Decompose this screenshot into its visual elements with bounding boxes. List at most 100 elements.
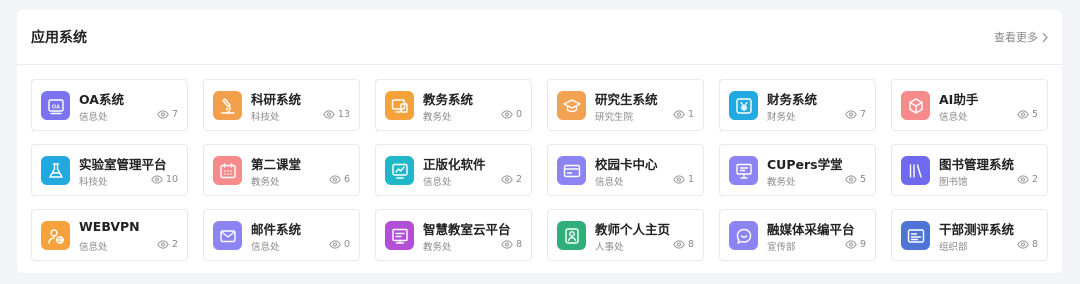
app-department: 教务处 <box>251 177 280 188</box>
eye-icon <box>1017 110 1029 119</box>
app-name: CUPers学堂 <box>767 157 843 172</box>
app-department: 信息处 <box>423 177 452 188</box>
panel-header: 应用系统 查看更多 <box>17 10 1062 65</box>
app-name: 校园卡中心 <box>595 157 658 172</box>
app-card[interactable]: 校园卡中心 信息处 1 <box>547 144 704 196</box>
eye-icon <box>845 110 857 119</box>
view-count-value: 2 <box>515 174 522 185</box>
cube-icon <box>901 91 930 120</box>
view-count: 5 <box>1017 109 1038 120</box>
app-department: 教务处 <box>423 112 452 123</box>
view-count: 1 <box>673 174 694 185</box>
app-card[interactable]: 财务系统 财务处 7 <box>719 79 876 131</box>
app-card[interactable]: 教师个人主页 人事处 8 <box>547 209 704 261</box>
eye-icon <box>329 240 341 249</box>
app-department: 科技处 <box>79 177 108 188</box>
eye-icon <box>501 110 513 119</box>
app-card[interactable]: 教务系统 教务处 0 <box>375 79 532 131</box>
app-card[interactable]: 智慧教室云平台 教务处 8 <box>375 209 532 261</box>
flask-icon <box>41 156 70 185</box>
view-count: 0 <box>329 239 350 250</box>
app-card[interactable]: 图书管理系统 图书馆 2 <box>891 144 1048 196</box>
app-department: 组织部 <box>939 242 968 253</box>
chevron-right-icon <box>1042 32 1048 42</box>
view-count-value: 8 <box>515 239 522 250</box>
app-name: 实验室管理平台 <box>79 157 167 172</box>
app-card[interactable]: CUPers学堂 教务处 5 <box>719 144 876 196</box>
app-department: 教务处 <box>767 177 796 188</box>
view-count-value: 10 <box>165 174 178 185</box>
view-more-link[interactable]: 查看更多 <box>994 29 1049 45</box>
app-name: 融媒体采编平台 <box>767 222 855 237</box>
view-count: 7 <box>845 109 866 120</box>
id-card-icon <box>901 221 930 250</box>
chart-monitor-icon <box>385 156 414 185</box>
view-count: 9 <box>845 239 866 250</box>
yen-icon <box>729 91 758 120</box>
app-card[interactable]: 科研系统 科技处 13 <box>203 79 360 131</box>
app-department: 教务处 <box>423 242 452 253</box>
app-card[interactable]: 实验室管理平台 科技处 10 <box>31 144 188 196</box>
app-card[interactable]: 融媒体采编平台 宣传部 9 <box>719 209 876 261</box>
app-card[interactable]: 邮件系统 信息处 0 <box>203 209 360 261</box>
app-department: 科技处 <box>251 112 280 123</box>
eye-icon <box>845 240 857 249</box>
view-count: 8 <box>1017 239 1038 250</box>
app-name: 教师个人主页 <box>595 222 671 237</box>
app-card[interactable]: 第二课堂 教务处 6 <box>203 144 360 196</box>
app-department: 信息处 <box>79 242 108 253</box>
eye-icon <box>673 175 685 184</box>
view-count-value: 13 <box>337 109 350 120</box>
view-count-value: 7 <box>859 109 866 120</box>
app-department: 财务处 <box>767 112 796 123</box>
app-name: AI助手 <box>939 92 979 107</box>
eye-icon <box>501 175 513 184</box>
eye-icon <box>845 175 857 184</box>
view-count-value: 5 <box>859 174 866 185</box>
app-card[interactable]: AI助手 信息处 5 <box>891 79 1048 131</box>
app-name: 科研系统 <box>251 92 302 107</box>
eye-icon <box>329 175 341 184</box>
view-count: 13 <box>323 109 350 120</box>
app-grid: OA OA系统 信息处 7 科研系统 科技处 13 教务系统 教务处 0 研究生… <box>31 79 1048 261</box>
app-name: 正版化软件 <box>423 157 486 172</box>
app-card[interactable]: WEBVPN 信息处 2 <box>31 209 188 261</box>
oa-icon: OA <box>41 91 70 120</box>
view-count: 8 <box>673 239 694 250</box>
classroom-icon <box>385 221 414 250</box>
app-name: 图书管理系统 <box>939 157 1015 172</box>
panel-title: 应用系统 <box>31 30 87 46</box>
app-department: 信息处 <box>939 112 968 123</box>
view-count: 1 <box>673 109 694 120</box>
app-name: 干部测评系统 <box>939 222 1015 237</box>
app-card[interactable]: 干部测评系统 组织部 8 <box>891 209 1048 261</box>
app-name: 研究生系统 <box>595 92 658 107</box>
chat-bubble-icon <box>729 221 758 250</box>
books-icon <box>901 156 930 185</box>
app-card[interactable]: OA OA系统 信息处 7 <box>31 79 188 131</box>
view-count: 5 <box>845 174 866 185</box>
view-count-value: 7 <box>171 109 178 120</box>
app-department: 信息处 <box>595 177 624 188</box>
view-count: 8 <box>501 239 522 250</box>
view-count-value: 2 <box>1031 174 1038 185</box>
view-count: 2 <box>157 239 178 250</box>
eye-icon <box>1017 175 1029 184</box>
view-count-value: 0 <box>515 109 522 120</box>
app-name: WEBVPN <box>79 219 140 234</box>
app-card[interactable]: 研究生系统 研究生院 1 <box>547 79 704 131</box>
view-count-value: 1 <box>687 109 694 120</box>
mail-icon <box>213 221 242 250</box>
app-card[interactable]: 正版化软件 信息处 2 <box>375 144 532 196</box>
monitor-icon <box>385 91 414 120</box>
eye-icon <box>501 240 513 249</box>
view-count: 2 <box>1017 174 1038 185</box>
app-systems-panel: 应用系统 查看更多 OA OA系统 信息处 7 科研系统 科技处 13 教务系统… <box>17 10 1062 273</box>
view-count: 10 <box>151 174 178 185</box>
user-globe-icon <box>41 221 70 250</box>
app-department: 信息处 <box>251 242 280 253</box>
view-count: 2 <box>501 174 522 185</box>
svg-text:OA: OA <box>51 104 59 110</box>
view-count: 0 <box>501 109 522 120</box>
app-name: 智慧教室云平台 <box>423 222 511 237</box>
